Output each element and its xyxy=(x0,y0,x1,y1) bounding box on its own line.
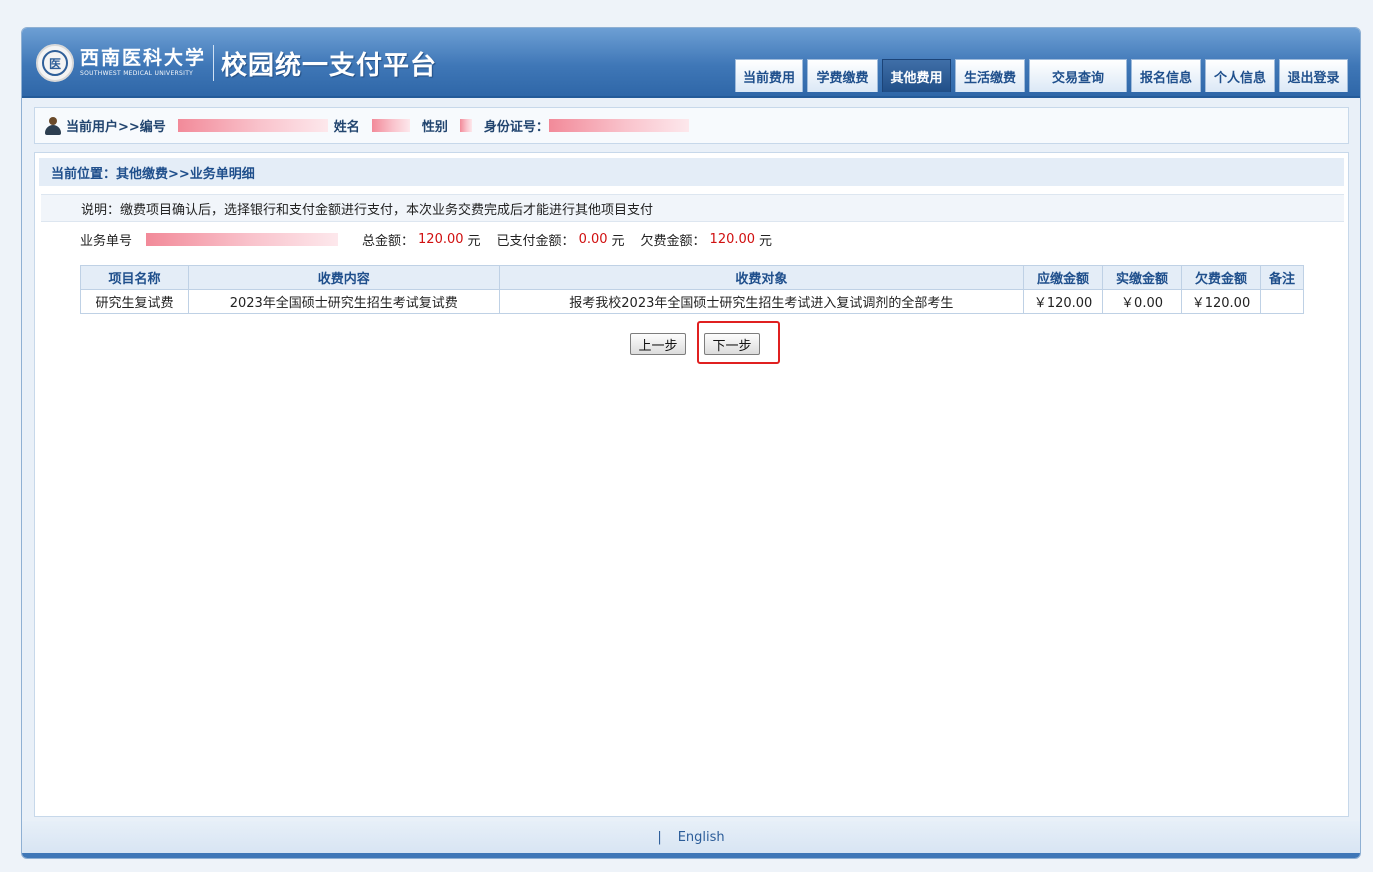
col-header-remarks: 备注 xyxy=(1259,265,1305,290)
nav-tab-current-fees[interactable]: 当前费用 xyxy=(735,59,803,92)
next-button-highlight xyxy=(697,321,780,364)
id-number-label: 身份证号： xyxy=(483,120,549,135)
main-nav: 当前费用 学费缴费 其他费用 生活缴费 交易查询 报名信息 个人信息 退出登录 xyxy=(735,59,1352,92)
gender-label: 性别 xyxy=(421,120,448,135)
col-header-amount-owed: 欠费金额 xyxy=(1181,265,1261,290)
university-seal-icon: 医 xyxy=(36,44,74,82)
cell-fee-content: 2023年全国硕士研究生招生考试复试费 xyxy=(187,289,500,314)
owed-amount-unit: 元 xyxy=(759,233,773,249)
main-panel: 当前位置：其他缴费>>业务单明细 说明：缴费项目确认后，选择银行和支付金额进行支… xyxy=(34,152,1349,817)
col-header-amount-due: 应缴金额 xyxy=(1023,265,1104,290)
cell-amount-due: ￥120.00 xyxy=(1023,289,1104,314)
nav-tab-other-fees[interactable]: 其他费用 xyxy=(882,59,951,92)
breadcrumb: 当前位置：其他缴费>>业务单明细 xyxy=(39,158,1344,186)
total-amount-label: 总金额： xyxy=(362,233,415,249)
nav-tab-logout[interactable]: 退出登录 xyxy=(1279,59,1348,92)
payment-note: 说明：缴费项目确认后，选择银行和支付金额进行支付，本次业务交费完成后才能进行其他… xyxy=(41,194,1344,222)
col-header-fee-target: 收费对象 xyxy=(498,265,1025,290)
user-gender-redacted xyxy=(459,119,472,132)
owed-amount-label: 欠费金额： xyxy=(640,233,706,249)
cell-amount-paid: ￥0.00 xyxy=(1102,289,1182,314)
header: 医 西南医科大学 SOUTHWEST MEDICAL UNIVERSITY 校园… xyxy=(22,28,1360,98)
col-header-item-name: 项目名称 xyxy=(80,265,189,290)
col-header-fee-content: 收费内容 xyxy=(187,265,500,290)
bill-detail-table: 项目名称 收费内容 收费对象 应缴金额 实缴金额 欠费金额 备注 研究生复试费 … xyxy=(80,265,1305,314)
user-name-redacted xyxy=(371,119,410,132)
english-link[interactable]: English xyxy=(678,830,725,845)
university-name-cn: 西南医科大学 xyxy=(80,47,207,69)
logo-divider xyxy=(213,45,215,81)
order-summary: 业务单号 总金额： 120.00 元 已支付金额： 0.00 元 欠费金额： 1… xyxy=(80,227,772,251)
nav-tab-living-payment[interactable]: 生活缴费 xyxy=(955,59,1025,92)
footer-separator: | xyxy=(657,829,662,845)
user-id-redacted xyxy=(177,119,328,132)
bottom-strip xyxy=(22,853,1360,858)
col-header-amount-paid: 实缴金额 xyxy=(1102,265,1182,290)
total-amount-value: 120.00 xyxy=(418,231,464,247)
paid-amount-value: 0.00 xyxy=(578,231,608,247)
paid-amount-unit: 元 xyxy=(611,233,625,249)
table-row: 研究生复试费 2023年全国硕士研究生招生考试复试费 报考我校2023年全国硕士… xyxy=(80,289,1305,314)
user-id-number-redacted xyxy=(548,119,689,132)
platform-title: 校园统一支付平台 xyxy=(221,50,438,81)
prev-step-button[interactable]: 上一步 xyxy=(630,333,686,355)
paid-amount-label: 已支付金额： xyxy=(496,233,575,249)
cell-remarks xyxy=(1259,289,1305,314)
table-header-row: 项目名称 收费内容 收费对象 应缴金额 实缴金额 欠费金额 备注 xyxy=(80,265,1305,290)
nav-tab-registration[interactable]: 报名信息 xyxy=(1131,59,1201,92)
current-user-label: 当前用户>>编号 xyxy=(66,120,166,135)
name-label: 姓名 xyxy=(333,120,360,135)
university-name-en: SOUTHWEST MEDICAL UNIVERSITY xyxy=(80,70,194,77)
logo: 医 西南医科大学 SOUTHWEST MEDICAL UNIVERSITY 校园… xyxy=(36,41,437,85)
order-number-label: 业务单号 xyxy=(80,233,133,249)
owed-amount-value: 120.00 xyxy=(709,231,756,247)
cell-fee-target: 报考我校2023年全国硕士研究生招生考试进入复试调剂的全部考生 xyxy=(498,289,1025,314)
university-name: 西南医科大学 SOUTHWEST MEDICAL UNIVERSITY xyxy=(80,47,206,79)
nav-tab-personal-info[interactable]: 个人信息 xyxy=(1205,59,1275,92)
cell-amount-owed: ￥120.00 xyxy=(1181,289,1261,314)
user-icon xyxy=(44,116,62,135)
nav-tab-tuition[interactable]: 学费缴费 xyxy=(807,59,878,92)
footer: | English xyxy=(22,821,1360,853)
nav-tab-transaction-query[interactable]: 交易查询 xyxy=(1029,59,1127,92)
total-amount-unit: 元 xyxy=(467,233,481,249)
order-number-redacted xyxy=(146,232,339,246)
seal-char: 医 xyxy=(42,50,68,76)
cell-item-name: 研究生复试费 xyxy=(80,289,189,314)
user-info-bar: 当前用户>>编号 姓名 性别 身份证号： xyxy=(34,107,1349,144)
app-frame: 医 西南医科大学 SOUTHWEST MEDICAL UNIVERSITY 校园… xyxy=(21,27,1361,859)
